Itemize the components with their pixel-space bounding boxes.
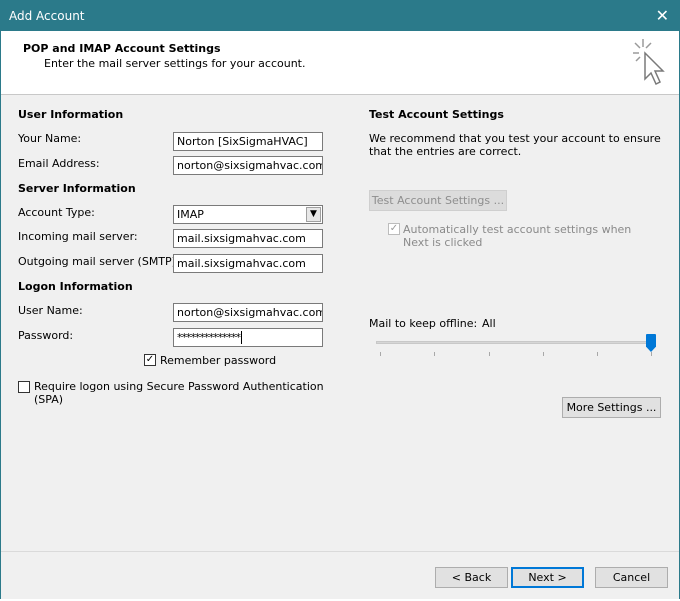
password-mask: **************	[177, 331, 241, 344]
password-field[interactable]: **************	[173, 328, 323, 347]
mail-offline-slider-track[interactable]	[376, 341, 656, 344]
spa-label: Require logon using Secure Password Auth…	[34, 380, 324, 406]
user-information-heading: User Information	[18, 108, 124, 121]
slider-tick	[380, 352, 381, 356]
dialog-header: POP and IMAP Account Settings Enter the …	[1, 31, 679, 95]
email-address-label: Email Address:	[18, 157, 100, 170]
mouse-cursor-sparkle-icon	[633, 39, 665, 86]
account-type-select[interactable]: IMAP ▼	[173, 205, 323, 224]
window-title: Add Account	[9, 9, 85, 23]
user-name-field[interactable]: norton@sixsigmahvac.com	[173, 303, 323, 322]
outgoing-server-label: Outgoing mail server (SMTP):	[18, 255, 180, 268]
chevron-down-icon[interactable]: ▼	[306, 207, 321, 222]
mail-offline-value: All	[482, 317, 496, 330]
mail-offline-slider-thumb[interactable]	[646, 334, 656, 352]
text-caret	[241, 331, 242, 344]
incoming-server-field[interactable]: mail.sixsigmahvac.com	[173, 229, 323, 248]
mail-offline-label: Mail to keep offline:	[369, 317, 478, 330]
back-button[interactable]: < Back	[435, 567, 508, 588]
slider-tick	[597, 352, 598, 356]
server-information-heading: Server Information	[18, 182, 136, 195]
auto-test-checkbox[interactable]: ✓	[388, 223, 400, 235]
title-bar: Add Account ✕	[1, 1, 679, 31]
account-type-label: Account Type:	[18, 206, 95, 219]
remember-password-label: Remember password	[160, 354, 277, 367]
slider-tick	[434, 352, 435, 356]
close-icon[interactable]: ✕	[656, 6, 669, 25]
slider-tick	[489, 352, 490, 356]
account-type-value: IMAP	[177, 208, 204, 221]
spa-checkbox[interactable]	[18, 381, 30, 393]
test-account-heading: Test Account Settings	[369, 108, 504, 121]
your-name-field[interactable]: Norton [SixSigmaHVAC]	[173, 132, 323, 151]
your-name-label: Your Name:	[18, 132, 82, 145]
add-account-dialog: Add Account ✕ POP and IMAP Account Setti…	[0, 0, 680, 599]
slider-tick	[543, 352, 544, 356]
more-settings-button[interactable]: More Settings ...	[562, 397, 661, 418]
next-button[interactable]: Next >	[511, 567, 584, 588]
checkmark-icon: ✓	[389, 223, 399, 234]
logon-information-heading: Logon Information	[18, 280, 133, 293]
auto-test-label: Automatically test account settings when…	[403, 223, 632, 249]
slider-tick	[651, 352, 652, 356]
email-address-field[interactable]: norton@sixsigmahvac.com	[173, 156, 323, 175]
test-account-settings-button[interactable]: Test Account Settings ...	[369, 190, 507, 211]
outgoing-server-field[interactable]: mail.sixsigmahvac.com	[173, 254, 323, 273]
checkmark-icon: ✓	[145, 354, 155, 365]
password-label: Password:	[18, 329, 74, 342]
cancel-button[interactable]: Cancel	[595, 567, 668, 588]
header-title: POP and IMAP Account Settings	[23, 42, 221, 55]
remember-password-checkbox[interactable]: ✓	[144, 354, 156, 366]
incoming-server-label: Incoming mail server:	[18, 230, 138, 243]
header-subtitle: Enter the mail server settings for your …	[44, 57, 306, 70]
user-name-label: User Name:	[18, 304, 83, 317]
test-description: We recommend that you test your account …	[369, 132, 661, 158]
